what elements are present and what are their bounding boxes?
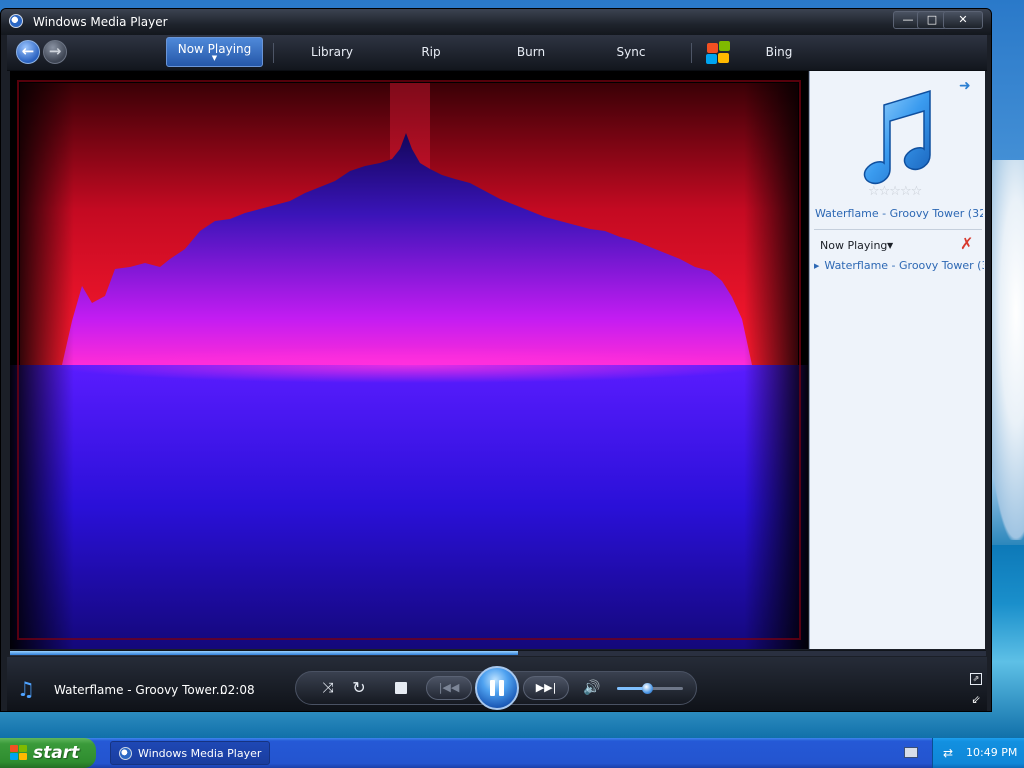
chevron-down-icon: ▼ — [211, 54, 218, 62]
arrow-right-icon[interactable]: ➜ — [959, 79, 975, 93]
nav-divider — [273, 43, 274, 63]
volume-button[interactable]: 🔊 — [583, 678, 601, 698]
rating-stars[interactable]: ☆☆☆☆☆ — [868, 184, 938, 199]
shuffle-icon: ⤨ — [322, 680, 334, 696]
switch-to-compact-icon[interactable]: ⇙ — [970, 694, 982, 706]
pause-icon — [490, 680, 495, 696]
tab-burn[interactable]: Burn — [501, 35, 561, 71]
play-indicator-icon: ▶ — [814, 262, 820, 270]
playlist-item[interactable]: ▶ Waterflame - Groovy Tower (3... — [814, 259, 984, 272]
stop-button[interactable] — [395, 682, 407, 694]
title-bar[interactable]: Windows Media Player — □ ✕ — [1, 9, 991, 35]
fullscreen-icon[interactable]: ⇗ — [970, 673, 982, 685]
media-player-icon — [119, 747, 132, 760]
volume-knob[interactable] — [641, 683, 653, 694]
shuffle-button[interactable]: ⤨ — [317, 678, 339, 698]
visualization-area[interactable] — [10, 71, 808, 649]
back-arrow-icon: ← — [21, 42, 35, 60]
elapsed-time: 02:08 — [220, 683, 255, 697]
media-player-icon — [9, 14, 23, 28]
windows-logo-icon — [705, 41, 731, 65]
network-icon[interactable]: ⇄ — [943, 746, 957, 760]
close-button[interactable]: ✕ — [943, 11, 983, 29]
pane-divider — [814, 229, 982, 230]
repeat-button[interactable]: ↻ — [348, 678, 370, 698]
list-pane: ➜ ☆☆☆☆☆ Waterflame - Groovy Tower (32...… — [809, 71, 985, 649]
taskbar-button-media-player[interactable]: Windows Media Player — [110, 741, 270, 765]
navigation-bar: ← → Now Playing ▼ Library Rip Burn Sync … — [7, 35, 987, 71]
tab-rip[interactable]: Rip — [403, 35, 459, 71]
taskbar-button-label: Windows Media Player — [138, 747, 262, 760]
album-track-title[interactable]: Waterflame - Groovy Tower (32... — [815, 207, 983, 220]
tab-now-playing[interactable]: Now Playing ▼ — [166, 37, 263, 67]
tab-sync[interactable]: Sync — [601, 35, 661, 71]
repeat-icon: ↻ — [352, 678, 366, 697]
start-button[interactable]: start — [0, 738, 96, 768]
playlist-item-label: Waterflame - Groovy Tower (3... — [824, 259, 984, 272]
music-note-icon — [863, 89, 931, 185]
next-button[interactable]: ▶▶| — [523, 676, 569, 700]
clear-list-icon[interactable]: ✗ — [960, 235, 978, 253]
clock[interactable]: 10:49 PM — [966, 746, 1017, 759]
nav-divider — [691, 43, 692, 63]
previous-icon: |◀◀ — [438, 681, 460, 694]
spectrum-visualization — [10, 71, 808, 649]
back-button[interactable]: ← — [16, 40, 40, 64]
next-icon: ▶▶| — [535, 681, 557, 694]
playback-controls: ♫ Waterflame - Groovy Tower... 02:08 ⤨ ↻… — [7, 657, 987, 711]
now-playing-dropdown[interactable]: Now Playing — [820, 239, 887, 252]
start-label: start — [33, 743, 80, 763]
pause-icon — [499, 680, 504, 696]
music-note-icon: ♫ — [17, 677, 35, 701]
tab-bing[interactable]: Bing — [751, 35, 807, 71]
chevron-down-icon[interactable]: ▼ — [887, 239, 893, 252]
seek-bar[interactable] — [10, 650, 986, 656]
current-track-title: Waterflame - Groovy Tower... — [54, 683, 228, 697]
keyboard-icon[interactable] — [904, 747, 918, 758]
forward-button[interactable]: → — [43, 40, 67, 64]
tab-library[interactable]: Library — [297, 35, 367, 71]
speaker-icon: 🔊 — [583, 680, 601, 696]
media-player-window: Windows Media Player — □ ✕ ← → Now Playi… — [0, 8, 992, 712]
forward-arrow-icon: → — [48, 42, 62, 60]
taskbar: start Windows Media Player ⇄ 10:49 PM — [0, 738, 1024, 768]
pause-button[interactable] — [475, 666, 519, 710]
previous-button[interactable]: |◀◀ — [426, 676, 472, 700]
window-title: Windows Media Player — [33, 15, 168, 29]
windows-logo-icon — [10, 745, 28, 761]
volume-slider[interactable] — [617, 683, 683, 694]
system-tray: ⇄ 10:49 PM — [932, 738, 1024, 768]
seek-progress — [10, 651, 518, 655]
